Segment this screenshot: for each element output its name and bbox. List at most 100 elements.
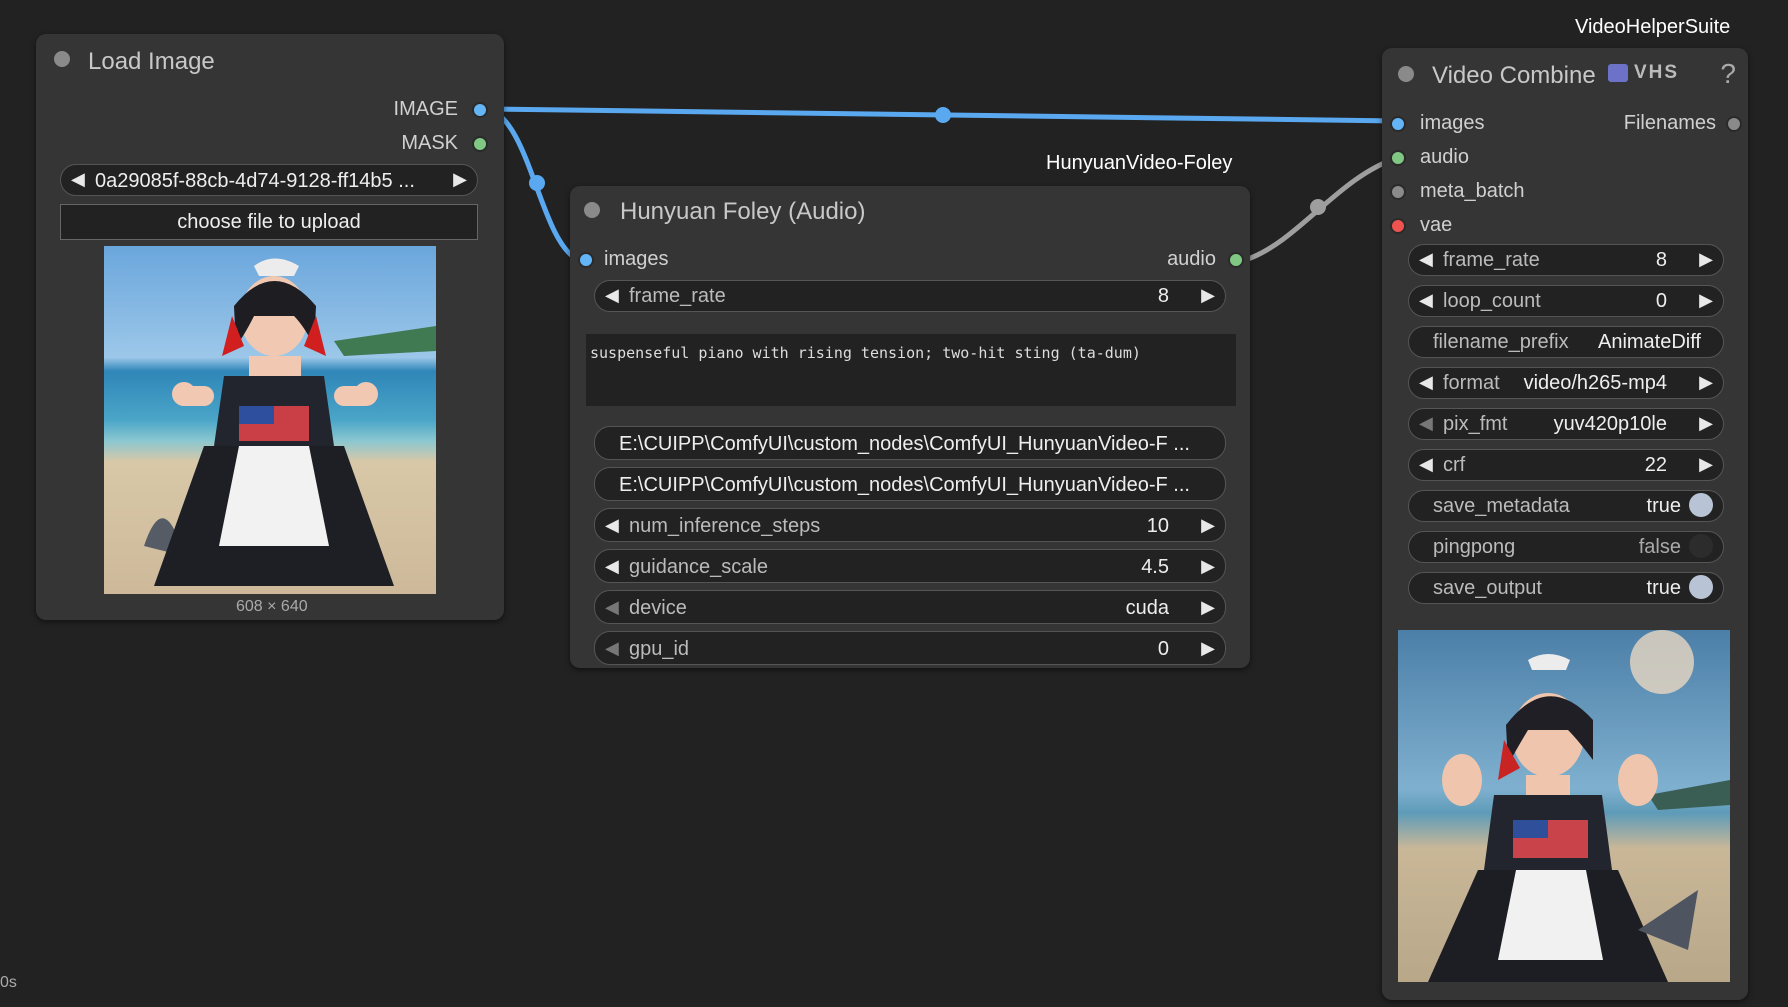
output-slot-filenames[interactable]: Filenames: [1582, 110, 1742, 138]
widget-value: false: [1638, 536, 1681, 558]
arrow-right-icon[interactable]: ▶: [1201, 285, 1215, 306]
guidance-scale-widget[interactable]: ◀ guidance_scale 4.5 ▶: [594, 549, 1226, 583]
input-dot-icon[interactable]: [1390, 218, 1406, 234]
frame-rate-widget[interactable]: ◀ frame_rate 8 ▶: [594, 280, 1226, 312]
input-dot-icon[interactable]: [1390, 150, 1406, 166]
video-preview[interactable]: [1398, 630, 1730, 982]
arrow-left-icon[interactable]: ◀: [605, 638, 619, 659]
prompt-textarea[interactable]: suspenseful piano with rising tension; t…: [586, 334, 1236, 406]
vc-pix-fmt-widget[interactable]: ◀ pix_fmt yuv420p10le ▶: [1408, 408, 1724, 440]
image-size-caption: 608 × 640: [236, 598, 308, 615]
collapse-dot-icon[interactable]: [1398, 66, 1414, 82]
output-dot-icon[interactable]: [472, 102, 488, 118]
arrow-left-icon[interactable]: ◀: [1419, 454, 1433, 475]
video-combine-node[interactable]: Video Combine VHS ? images Filenames aud…: [1382, 48, 1748, 1000]
arrow-right-icon[interactable]: ▶: [1699, 413, 1713, 434]
widget-value: 0: [1655, 290, 1667, 312]
widget-label: crf: [1443, 454, 1466, 476]
widget-value: true: [1646, 495, 1681, 517]
arrow-left-icon[interactable]: ◀: [1419, 372, 1433, 393]
collapse-dot-icon[interactable]: [54, 51, 70, 67]
arrow-left-icon[interactable]: ◀: [1419, 413, 1433, 434]
widget-label: format: [1443, 372, 1500, 394]
upload-button-label: choose file to upload: [177, 211, 361, 233]
input-dot-icon[interactable]: [1390, 184, 1406, 200]
arrow-left-icon[interactable]: ◀: [605, 515, 619, 536]
arrow-right-icon[interactable]: ▶: [1201, 515, 1215, 536]
toggle-off-icon[interactable]: [1689, 534, 1713, 558]
input-slot-vae[interactable]: vae: [1390, 212, 1590, 240]
input-slot-meta-batch[interactable]: meta_batch: [1390, 178, 1590, 206]
arrow-right-icon[interactable]: ▶: [1699, 372, 1713, 393]
arrow-right-icon[interactable]: ▶: [453, 169, 467, 190]
load-image-node[interactable]: Load Image IMAGE MASK ◀ 0a29085f-88cb-4d…: [36, 34, 504, 620]
model-path-widget-1[interactable]: E:\CUIPP\ComfyUI\custom_nodes\ComfyUI_Hu…: [594, 426, 1226, 460]
vhs-badge-icon: [1608, 64, 1628, 82]
vc-pingpong-toggle[interactable]: pingpong false: [1408, 531, 1724, 563]
arrow-right-icon[interactable]: ▶: [1699, 454, 1713, 475]
output-dot-icon[interactable]: [1726, 116, 1742, 132]
vc-loop-count-widget[interactable]: ◀ loop_count 0 ▶: [1408, 285, 1724, 317]
slot-label: MASK: [401, 132, 458, 154]
widget-label: filename_prefix: [1433, 331, 1569, 353]
output-slot-mask[interactable]: MASK: [288, 130, 488, 158]
widget-value: AnimateDiff: [1597, 331, 1701, 353]
input-slot-images[interactable]: images: [1390, 110, 1590, 138]
gpu-id-widget[interactable]: ◀ gpu_id 0 ▶: [594, 631, 1226, 665]
arrow-left-icon[interactable]: ◀: [1419, 249, 1433, 270]
arrow-left-icon[interactable]: ◀: [1419, 290, 1433, 311]
arrow-left-icon[interactable]: ◀: [605, 597, 619, 618]
toggle-on-icon[interactable]: [1689, 575, 1713, 599]
slot-label: audio: [1420, 146, 1469, 168]
arrow-right-icon[interactable]: ▶: [1201, 638, 1215, 659]
widget-value: 0: [1157, 638, 1169, 660]
arrow-left-icon[interactable]: ◀: [71, 169, 85, 190]
collapse-dot-icon[interactable]: [584, 202, 600, 218]
input-dot-icon[interactable]: [1390, 116, 1406, 132]
vc-save-metadata-toggle[interactable]: save_metadata true: [1408, 490, 1724, 522]
arrow-left-icon[interactable]: ◀: [605, 285, 619, 306]
vc-crf-widget[interactable]: ◀ crf 22 ▶: [1408, 449, 1724, 481]
num-inference-steps-widget[interactable]: ◀ num_inference_steps 10 ▶: [594, 508, 1226, 542]
vc-frame-rate-widget[interactable]: ◀ frame_rate 8 ▶: [1408, 244, 1724, 276]
vc-save-output-toggle[interactable]: save_output true: [1408, 572, 1724, 604]
link-midpoint-handle[interactable]: [529, 175, 545, 191]
node-title-bar[interactable]: Load Image: [36, 34, 504, 84]
input-slot-images[interactable]: images: [578, 246, 778, 274]
image-file-select[interactable]: ◀ 0a29085f-88cb-4d74-9128-ff14b5 ... ▶: [60, 164, 478, 196]
arrow-right-icon[interactable]: ▶: [1201, 597, 1215, 618]
widget-value: video/h265-mp4: [1523, 372, 1667, 394]
widget-label: num_inference_steps: [629, 515, 821, 537]
widget-value: true: [1646, 577, 1681, 599]
link-midpoint-handle[interactable]: [935, 107, 951, 123]
help-icon[interactable]: ?: [1720, 58, 1736, 90]
widget-value: 10: [1146, 515, 1169, 537]
link-midpoint-handle[interactable]: [1310, 199, 1326, 215]
model-path-widget-2[interactable]: E:\CUIPP\ComfyUI\custom_nodes\ComfyUI_Hu…: [594, 467, 1226, 501]
hunyuan-foley-node[interactable]: Hunyuan Foley (Audio) images audio ◀ fra…: [570, 186, 1250, 668]
slot-label: meta_batch: [1420, 180, 1525, 202]
slot-label: images: [1420, 112, 1485, 134]
node-title-bar[interactable]: Video Combine VHS ?: [1382, 48, 1748, 98]
device-widget[interactable]: ◀ device cuda ▶: [594, 590, 1226, 624]
input-dot-icon[interactable]: [578, 252, 594, 268]
vc-filename-prefix-widget[interactable]: filename_prefix AnimateDiff: [1408, 326, 1724, 358]
widget-label: loop_count: [1443, 290, 1541, 312]
vc-format-widget[interactable]: ◀ format video/h265-mp4 ▶: [1408, 367, 1724, 399]
output-slot-audio[interactable]: audio: [1044, 246, 1244, 274]
output-slot-image[interactable]: IMAGE: [288, 96, 488, 124]
slot-label: IMAGE: [393, 98, 458, 120]
upload-button[interactable]: choose file to upload: [60, 204, 478, 240]
toggle-on-icon[interactable]: [1689, 493, 1713, 517]
slot-label: images: [604, 248, 669, 270]
output-dot-icon[interactable]: [1228, 252, 1244, 268]
widget-label: frame_rate: [629, 285, 726, 307]
node-title-bar[interactable]: Hunyuan Foley (Audio): [570, 186, 1250, 236]
arrow-right-icon[interactable]: ▶: [1699, 290, 1713, 311]
arrow-right-icon[interactable]: ▶: [1699, 249, 1713, 270]
widget-value: E:\CUIPP\ComfyUI\custom_nodes\ComfyUI_Hu…: [619, 474, 1190, 496]
input-slot-audio[interactable]: audio: [1390, 144, 1590, 172]
arrow-right-icon[interactable]: ▶: [1201, 556, 1215, 577]
arrow-left-icon[interactable]: ◀: [605, 556, 619, 577]
output-dot-icon[interactable]: [472, 136, 488, 152]
